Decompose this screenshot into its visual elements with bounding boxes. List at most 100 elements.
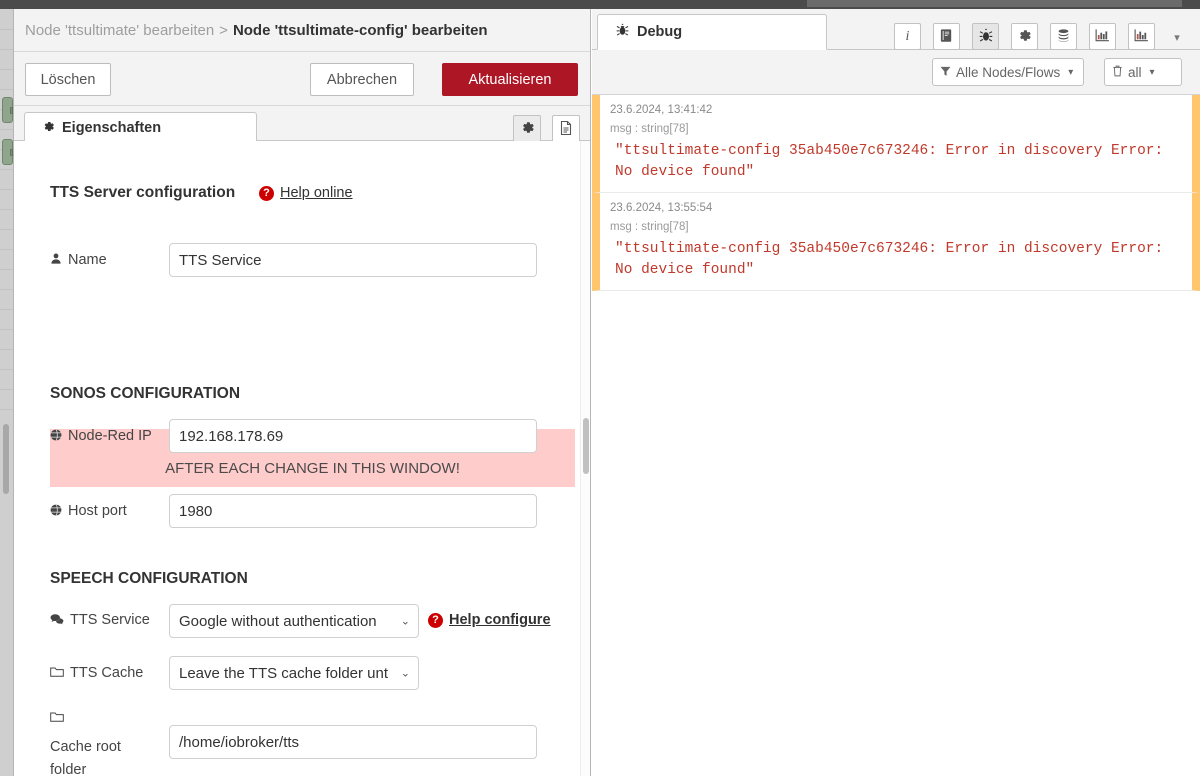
tts-cache-value: Leave the TTS cache folder unt: [179, 664, 389, 682]
form-scrollbar-thumb[interactable]: [583, 418, 589, 474]
section-title-sonos: SONOS CONFIGURATION: [50, 385, 241, 402]
chevron-down-icon: ⌄: [400, 667, 410, 680]
node-properties-form: TTS Server configuration ? Help online N…: [14, 141, 590, 776]
form-scrollbar-track[interactable]: [580, 141, 590, 776]
field-label-node-red-ip: Node-Red IP: [50, 425, 152, 448]
node-red-ip-input[interactable]: 192.168.178.69: [169, 419, 537, 453]
globe-icon: [50, 425, 62, 448]
debug-tab-bar: Debug i ▾: [592, 9, 1200, 50]
debug-message[interactable]: 23.6.2024, 13:41:42 msg : string[78] "ttsu…: [592, 95, 1200, 193]
debug-message-timestamp: 23.6.2024, 13:41:42: [610, 104, 713, 116]
node-settings-button[interactable]: [513, 115, 541, 143]
help-online-label: Help online: [280, 185, 353, 201]
debug-message[interactable]: 23.6.2024, 13:55:54 msg : string[78] "ttsu…: [592, 193, 1200, 291]
debug-help-button[interactable]: [933, 23, 960, 50]
chevron-down-icon: ▾: [1068, 66, 1074, 78]
debug-sidebar: Debug i ▾ Alle Nodes/Flows ▾ all ▾ 23.6.…: [592, 9, 1200, 776]
bug-icon: [616, 23, 629, 41]
field-label-name-text: Name: [68, 252, 107, 268]
debug-context-button[interactable]: [1050, 23, 1077, 50]
update-button[interactable]: Aktualisieren: [442, 63, 578, 96]
debug-chart-button[interactable]: [1089, 23, 1116, 50]
breadcrumb-current: Node 'ttsultimate-config' bearbeiten: [232, 21, 488, 39]
breadcrumb-separator: >: [219, 21, 228, 39]
field-label-name: Name: [50, 249, 107, 272]
tab-eigenschaften-label: Eigenschaften: [62, 119, 162, 136]
field-label-tts-cache-text: TTS Cache: [70, 665, 144, 681]
field-label-tts-cache: TTS Cache: [50, 662, 143, 685]
settings-gear-icon: [520, 120, 535, 138]
chevron-down-icon: ▾: [1149, 66, 1155, 78]
question-mark-icon: ?: [428, 612, 443, 628]
node-filter-dropdown[interactable]: Alle Nodes/Flows ▾: [932, 58, 1084, 86]
dialog-tab-row: Eigenschaften: [14, 106, 590, 142]
field-label-tts-service-text: TTS Service: [70, 612, 150, 628]
field-label-host-port-text: Host port: [68, 503, 127, 519]
cancel-button[interactable]: Abbrechen: [310, 63, 414, 96]
field-label-node-red-ip-text: Node-Red IP: [68, 428, 152, 444]
chart-bar-alt-icon: [1134, 28, 1149, 45]
section-title-server: TTS Server configuration: [50, 184, 236, 201]
question-mark-icon: ?: [259, 185, 274, 201]
warning-line2: AFTER EACH CHANGE IN THIS WINDOW!: [165, 460, 460, 477]
debug-filter-bar: Alle Nodes/Flows ▾ all ▾: [592, 50, 1200, 95]
flow-node-shape[interactable]: [2, 97, 13, 123]
tab-debug[interactable]: Debug: [597, 14, 827, 50]
flow-canvas-sliver[interactable]: [0, 9, 13, 776]
comment-icon: [50, 609, 64, 632]
tts-service-select[interactable]: Google without authentication ⌄: [169, 604, 419, 638]
node-filter-label: Alle Nodes/Flows: [956, 64, 1061, 80]
debug-message-payload: "ttsultimate-config 35ab450e7c673246: Er…: [615, 143, 1172, 180]
help-configure-label: Help configure: [449, 612, 551, 628]
tab-eigenschaften[interactable]: Eigenschaften: [24, 112, 257, 142]
field-label-cache-root-folder-text: Cache root folder: [50, 739, 121, 776]
tts-service-value: Google without authentication: [179, 612, 377, 630]
breadcrumb-parent[interactable]: Node 'ttsultimate' bearbeiten: [25, 22, 214, 39]
debug-config-button[interactable]: [1011, 23, 1038, 50]
clear-messages-label: all: [1128, 64, 1142, 80]
clear-messages-dropdown[interactable]: all ▾: [1104, 58, 1182, 86]
flow-node-shape[interactable]: [2, 139, 13, 165]
tts-cache-select[interactable]: Leave the TTS cache folder unt ⌄: [169, 656, 419, 690]
info-icon: i: [905, 28, 910, 44]
debug-more-tabs-button[interactable]: ▾: [1168, 29, 1186, 45]
help-configure-link[interactable]: ? Help configure: [428, 612, 551, 628]
field-label-cache-root-folder: Cache root folder: [50, 707, 160, 776]
delete-button[interactable]: Löschen: [25, 63, 111, 96]
breadcrumb: Node 'ttsultimate' bearbeiten > Node 'tt…: [14, 9, 590, 52]
node-description-button[interactable]: [552, 115, 580, 143]
help-book-icon: [939, 28, 954, 46]
debug-message-list[interactable]: 23.6.2024, 13:41:42 msg : string[78] "ttsu…: [592, 95, 1200, 776]
section-title-speech: SPEECH CONFIGURATION: [50, 570, 248, 587]
user-icon: [50, 249, 62, 272]
globe-icon: [50, 500, 62, 523]
context-data-icon: [1056, 28, 1071, 46]
field-label-host-port: Host port: [50, 500, 127, 523]
help-online-link[interactable]: ? Help online: [259, 185, 353, 201]
app-root: Node 'ttsultimate' bearbeiten > Node 'tt…: [0, 0, 1200, 776]
field-label-tts-service: TTS Service: [50, 609, 150, 632]
cache-root-folder-input[interactable]: /home/iobroker/tts: [169, 725, 537, 759]
debug-message-timestamp: 23.6.2024, 13:55:54: [610, 202, 713, 214]
folder-icon: [50, 707, 64, 730]
debug-info-button[interactable]: i: [894, 23, 921, 50]
trash-icon: [1112, 65, 1123, 80]
debug-messages-button[interactable]: [972, 23, 999, 50]
config-gear-icon: [1017, 28, 1032, 46]
window-titlebar: [0, 0, 1200, 9]
folder-icon: [50, 662, 64, 685]
debug-bug-icon: [979, 28, 993, 46]
debug-message-meta: msg : string[78]: [610, 123, 689, 135]
chart-bar-icon: [1095, 28, 1110, 45]
gear-icon: [42, 120, 55, 136]
host-port-input[interactable]: 1980: [169, 494, 537, 528]
debug-message-meta: msg : string[78]: [610, 221, 689, 233]
chevron-down-icon: ⌄: [400, 615, 410, 628]
debug-chart-alt-button[interactable]: [1128, 23, 1155, 50]
titlebar-plate: [807, 0, 1182, 7]
debug-message-payload: "ttsultimate-config 35ab450e7c673246: Er…: [615, 241, 1172, 278]
name-input[interactable]: TTS Service: [169, 243, 537, 277]
node-edit-dialog: Node 'ttsultimate' bearbeiten > Node 'tt…: [13, 9, 591, 776]
canvas-scrollbar-thumb[interactable]: [3, 424, 9, 494]
description-doc-icon: [559, 120, 573, 139]
